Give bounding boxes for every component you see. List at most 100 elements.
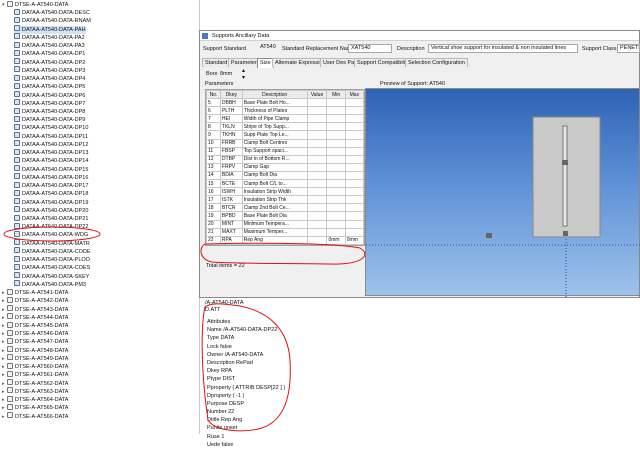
tree-folder-node[interactable]: ▾ DTSE-A-AT540-DATA [2,0,68,9]
table-cell: 20 [206,219,221,229]
description-field[interactable]: Vertical shoe support for insulated & no… [428,44,578,53]
support-class-field[interactable]: PENETRA [617,44,640,53]
table-row[interactable]: 6 PLTH Thickness of Plates [206,106,365,116]
table-cell[interactable] [306,122,328,132]
tree-data-node[interactable]: DATAA-AT540-DATA-DP1 [14,49,85,58]
tree-data-node[interactable]: DATAA-AT540-DATA-DP9 [14,115,85,124]
table-row[interactable]: 19 BPBD Base Plate Bolt Dia [206,211,365,221]
table-cell[interactable] [306,98,328,108]
replacement-name-field[interactable]: XAT540 [348,44,392,53]
tree-folder-node[interactable]: ▸ DTSE-A-AT549-DATA [2,354,68,363]
table-cell[interactable] [306,146,328,156]
table-cell[interactable] [306,170,328,181]
tree-data-node[interactable]: DATAA-AT540-DATA-DP20 [14,206,88,215]
tree-data-node[interactable]: DATAA-AT540-DATA-COES [14,263,90,272]
table-cell[interactable] [306,179,328,189]
table-cell[interactable] [306,162,328,172]
tree-data-node[interactable]: DATAA-AT540-DATA-DP10 [14,123,88,132]
dialog-titlebar[interactable]: Supports Ancillary Data [200,31,639,41]
tree-folder-node[interactable]: ▸ DTSE-A-AT541-DATA [2,288,68,297]
tree-data-node[interactable]: DATAA-AT540-DATA-PAH [14,25,86,34]
table-row[interactable]: 21 MAXT Maximum Temper... [206,227,365,237]
table-row[interactable]: 7 HEI Width of Pipe Clamp [206,114,365,124]
table-row[interactable]: 13 FRPV Clamp Gap [206,162,365,172]
table-cell[interactable] [306,138,328,148]
table-row[interactable]: 17 ISTK Insulation Strip Thk [206,195,365,205]
tree-data-node[interactable]: DATAA-AT540-DATA-DP7 [14,99,85,108]
tab-support-compatibility[interactable]: Support Compatibility [354,58,413,67]
table-row[interactable]: 20 MINT Minimum Tempera... [206,219,365,229]
table-cell[interactable] [306,187,328,197]
tree-data-node[interactable]: DATAA-AT540-DATA-DP11 [14,132,88,141]
table-cell[interactable] [306,219,328,229]
tree-data-node[interactable]: DATAA-AT540-DATA-DP19 [14,198,88,207]
hierarchy-tree[interactable]: ▾ DTSE-A-AT540-DATA DATAA-AT540-DATA-DESC D… [0,0,200,434]
table-row[interactable]: 16 ISWH Insulation Strip Width [206,187,365,197]
grid-column-header[interactable]: Value [306,89,328,100]
tree-data-node[interactable]: DATAA-AT540-DATA-DP17 [14,181,88,190]
tab-standard[interactable]: Standard [202,58,231,67]
table-row[interactable]: 5 DBBH Base Plate Bolt Ho... [206,98,365,108]
tree-data-node[interactable]: DATAA-AT540-DATA-DP14 [14,156,88,165]
table-cell[interactable] [306,203,328,213]
tree-data-node[interactable]: DATAA-AT540-DATA-DP15 [14,165,88,174]
grid-column-header[interactable]: Dkey [219,89,243,100]
tree-folder-node[interactable]: ▸ DTSE-A-AT544-DATA [2,313,68,322]
table-cell[interactable] [306,154,328,164]
table-cell[interactable] [306,227,328,237]
tree-data-node[interactable]: DATAA-AT540-DATA-SKEY [14,272,89,281]
tree-data-node[interactable]: DATAA-AT540-DATA-DP5 [14,82,85,91]
total-items-label: Total items = 22 [206,263,245,269]
tree-folder-node[interactable]: ▸ DTSE-A-AT560-DATA [2,362,68,371]
grid-column-header[interactable]: Min [326,89,346,100]
tree-data-node[interactable]: DATAA-AT540-DATA-PA2 [14,33,85,42]
tree-folder-node[interactable]: ▸ DTSE-A-AT545-DATA [2,321,68,330]
tree-folder-node[interactable]: ▸ DTSE-A-AT564-DATA [2,395,68,404]
bore-spinner-icon[interactable]: ▴ ▾ [242,67,245,81]
tree-data-node[interactable]: DATAA-AT540-DATA-DP12 [14,140,88,149]
table-cell[interactable] [306,106,328,116]
tab-selection-configuration[interactable]: Selection Configuration [405,58,468,67]
table-cell[interactable] [306,195,328,205]
tree-data-node[interactable]: DATAA-AT540-DATA-DP13 [14,148,88,157]
table-row[interactable]: 12 DTBP Dist in of Bottom R... [206,154,365,164]
tree-data-node[interactable]: DATAA-AT540-DATA-RNAM [14,17,91,25]
table-cell[interactable] [306,235,328,245]
table-row[interactable]: 18 BTCR Clamp 2nd Bolt Ce... [206,203,365,213]
table-cell[interactable] [306,114,328,124]
table-row[interactable]: 11 FBSP Top Support spaci... [206,146,365,156]
tree-data-node[interactable]: DATAA-AT540-DATA-PLOO [14,255,90,264]
table-row[interactable]: 8 TKLN Stripe of Top Supp... [206,122,365,132]
tree-data-node[interactable]: DATAA-AT540-DATA-DP3 [14,66,85,75]
support-preview-drawing [366,116,640,297]
tree-data-node[interactable]: DATAA-AT540-DATA-DP18 [14,189,88,198]
tree-data-node[interactable]: DATAA-AT540-DATA-CODE [14,247,91,256]
tree-folder-node[interactable]: ▸ DTSE-A-AT566-DATA [2,412,68,421]
tree-data-node[interactable]: DATAA-AT540-DATA-MATR [14,239,90,248]
tree-data-node[interactable]: DATAA-AT540-DATA-DP4 [14,74,85,83]
bore-value[interactable]: 8mm [220,71,232,77]
tree-data-node[interactable]: DATAA-AT540-DATA-PM3 [14,280,86,289]
table-cell[interactable] [306,211,328,221]
grid-column-header[interactable]: Max [344,89,365,100]
tree-data-node[interactable]: DATAA-AT540-DATA-DESC [14,8,90,17]
table-row[interactable]: 14 BDIA Clamp Bolt Dia [206,170,365,181]
support-preview-viewport[interactable] [365,88,640,297]
tree-data-node[interactable]: DATAA-AT540-DATA-DP8 [14,107,85,116]
tree-data-node[interactable]: DATAA-AT540-DATA-DP21 [14,214,88,223]
tree-folder-node[interactable]: ▸ DTSE-A-AT563-DATA [2,387,68,396]
grid-column-header[interactable]: Description [241,89,308,100]
tree-data-node[interactable]: DATAA-AT540-DATA-PA3 [14,41,85,50]
tree-data-node[interactable]: DATAA-AT540-DATA-DP16 [14,173,88,182]
tree-data-node[interactable]: DATAA-AT540-DATA-DP6 [14,91,85,100]
table-row[interactable]: 10 FRRB Clamp Bolt Centres [206,138,365,148]
grid-column-header[interactable]: No. [206,89,221,100]
tree-data-node[interactable]: DATAA-AT540-DATA-DP22 [14,222,88,231]
tree-data-node[interactable]: DATAA-AT540-DATA-WDG [14,230,88,239]
table-cell[interactable] [306,130,328,140]
table-row[interactable]: 22 RPA Rep Ang 0mm 0mm [206,235,365,245]
tree-data-node[interactable]: DATAA-AT540-DATA-DP2 [14,58,85,67]
tree-folder-node[interactable]: ▸ DTSE-A-AT546-DATA [2,329,68,338]
table-row[interactable]: 9 TKHN Supp Plate Top Le... [206,130,365,140]
table-row[interactable]: 15 BCTE Clamp Bolt C/L to... [206,179,365,189]
